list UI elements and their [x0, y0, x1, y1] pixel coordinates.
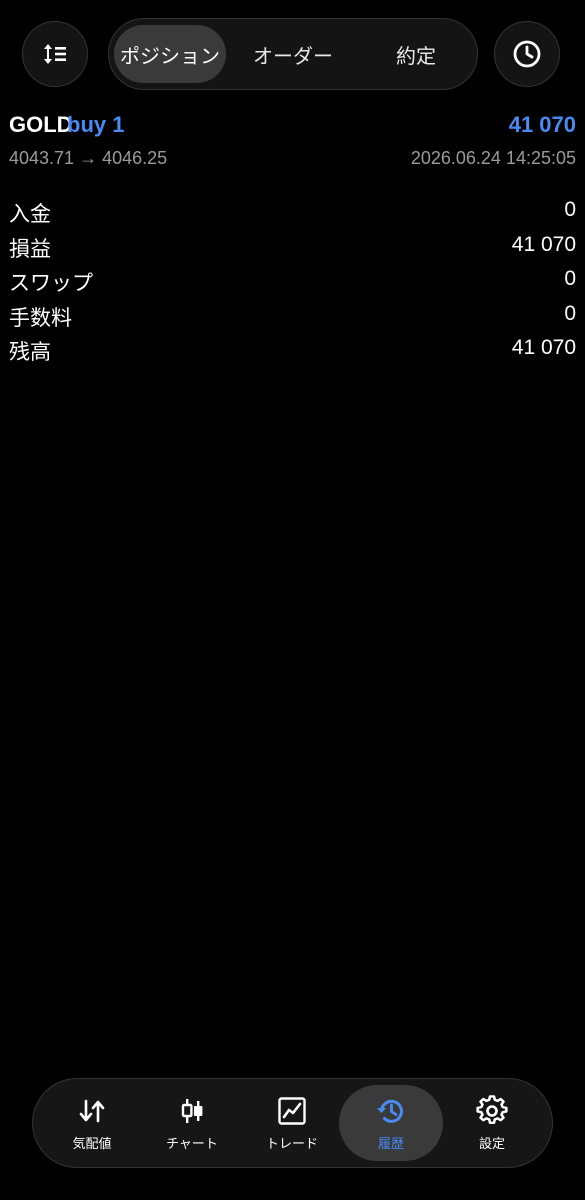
- nav-trade[interactable]: トレード: [240, 1085, 344, 1161]
- tab-positions[interactable]: ポジション: [114, 25, 226, 83]
- nav-chart[interactable]: チャート: [140, 1085, 244, 1161]
- summary-row-balance: 残高 41 070: [9, 334, 576, 369]
- summary-value: 0: [564, 198, 576, 221]
- summary-label: 入金: [9, 202, 51, 226]
- nav-history[interactable]: 履歴: [339, 1085, 443, 1161]
- tab-orders[interactable]: オーダー: [235, 25, 351, 83]
- tab-deals[interactable]: 約定: [359, 25, 473, 83]
- nav-label: トレード: [265, 1136, 318, 1152]
- deal-symbol: GOLD: [9, 112, 73, 137]
- up-down-arrows-icon: [79, 1099, 105, 1122]
- summary-row-commission: 手数料 0: [9, 300, 576, 335]
- summary-label: 手数料: [9, 305, 72, 330]
- summary: 入金 0 損益 41 070 スワップ 0 手数料 0 残高 41 070: [9, 196, 576, 369]
- bottom-nav: 気配値 チャート トレード 履歴 設定: [32, 1078, 553, 1168]
- nav-settings[interactable]: 設定: [440, 1085, 544, 1161]
- summary-label: 残高: [9, 340, 51, 364]
- candlestick-icon: [181, 1098, 203, 1123]
- history-icon: [377, 1099, 403, 1123]
- summary-label: スワップ: [9, 271, 93, 295]
- summary-value: 0: [564, 301, 576, 325]
- deal-item[interactable]: GOLD buy 1 41 070 4043.71 → 4046.25 2026…: [9, 112, 576, 178]
- deal-side: buy 1: [67, 112, 125, 137]
- tab-bar: ポジション オーダー 約定: [108, 18, 478, 90]
- history-period-button[interactable]: [494, 21, 560, 87]
- nav-label: チャート: [166, 1136, 218, 1152]
- deal-time: 2026.06.24 14:25:05: [410, 148, 576, 168]
- summary-row-deposit: 入金 0: [9, 196, 576, 231]
- summary-value: 41 070: [511, 232, 576, 256]
- top-bar: ポジション オーダー 約定: [0, 18, 585, 90]
- summary-label: 損益: [9, 236, 51, 261]
- clock-icon: [513, 40, 541, 68]
- deal-profit: 41 070: [508, 112, 576, 137]
- sort-lines-icon: [44, 44, 66, 64]
- nav-label: 履歴: [377, 1136, 404, 1152]
- summary-row-profit: 損益 41 070: [9, 231, 576, 266]
- line-chart-icon: [278, 1096, 306, 1125]
- gear-icon: [476, 1094, 508, 1124]
- sort-button[interactable]: [22, 21, 88, 87]
- nav-quotes[interactable]: 気配値: [40, 1085, 144, 1161]
- summary-row-swap: スワップ 0: [9, 265, 576, 300]
- nav-label: 設定: [478, 1136, 505, 1152]
- deal-prices: 4043.71 → 4046.25: [9, 148, 168, 168]
- nav-label: 気配値: [72, 1136, 112, 1152]
- summary-value: 0: [564, 267, 576, 290]
- summary-value: 41 070: [511, 336, 576, 359]
